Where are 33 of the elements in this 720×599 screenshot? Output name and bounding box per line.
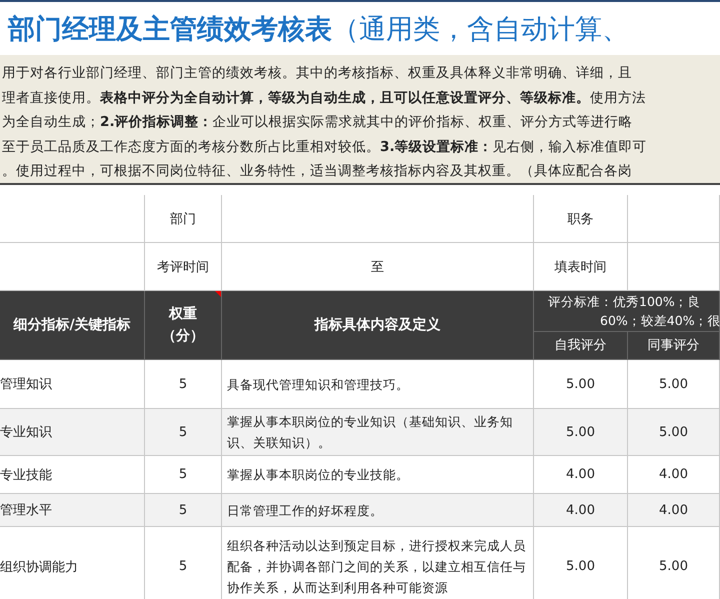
notice-text: 为全自动生成；2.评价指标调整：企业可以根据实际需求就其中的评价指标、权重、评分方式等进行略	[2, 113, 634, 132]
sheet-title: 部门经理及主管绩效考核表	[8, 12, 332, 46]
table-cell: 5	[145, 494, 222, 527]
table-cell: 专业知识	[0, 409, 145, 456]
table-cell: 5	[145, 409, 222, 456]
column-header: 同事评分	[628, 332, 720, 360]
notice-text: 。使用过程中，可根据不同岗位特征、业务特性，适当调整考核指标内容及其权重。（具体应配合各岗	[2, 162, 633, 181]
notice-text: 至于员工品质及工作态度方面的考核分数所占比重相对较低。3.等级设置标准：见右侧，输入标准值即可	[2, 138, 648, 156]
table-cell: 5.00	[534, 527, 628, 599]
table-cell: 掌握从事本职岗位的专业知识（基础知识、业务知识、关联知识）。	[222, 409, 534, 456]
notice-text: 用于对各行业部门经理、部门主管的绩效考核。其中的考核指标、权重及具体释义非常明确、详细，且	[2, 64, 633, 83]
column-header: 指标具体内容及定义	[222, 291, 534, 360]
table-cell: 4.00	[534, 494, 628, 527]
table-cell: 组织协调能力	[0, 527, 145, 599]
column-header: 权重	[169, 305, 197, 324]
notice-text: 理者直接使用。表格中评分为全自动计算，等级为自动生成，且可以任意设置评分、等级标准。使用方法	[2, 88, 647, 108]
table-cell: 4.00	[628, 494, 720, 527]
table-cell: 5.00	[628, 409, 720, 456]
column-header: 评分标准：优秀100%；良 60%；较差40%；很	[534, 291, 720, 332]
table-cell: 组织各种活动以达到预定目标，进行授权来完成人员配备，并协调各部门之间的关系，以建立相互信任与协作关系，从而达到利用各种可能资源	[222, 527, 534, 599]
field-label: 职务	[534, 195, 628, 243]
table-cell: 管理水平	[0, 494, 145, 527]
table-cell: 5.00	[534, 409, 628, 456]
column-header: 自我评分	[534, 332, 628, 360]
column-header: （分）	[162, 327, 204, 346]
field-value[interactable]	[222, 195, 534, 243]
column-header: 细分指标/关键指标	[0, 291, 145, 360]
sheet-subtitle: （通用类，含自动计算、	[332, 12, 629, 46]
table-cell: 5.00	[628, 527, 720, 599]
comment-marker-icon	[215, 291, 221, 297]
table-cell: 日常管理工作的好坏程度。	[222, 494, 534, 527]
field-label: 部门	[145, 195, 222, 243]
table-cell: 5	[145, 527, 222, 599]
